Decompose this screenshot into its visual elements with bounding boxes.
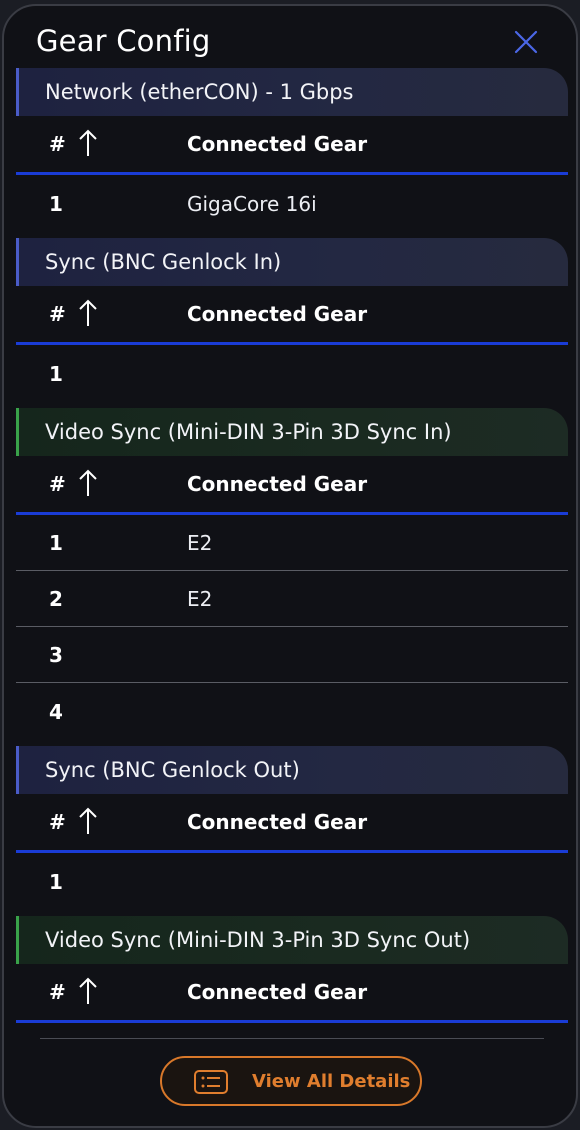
row-index: 4 <box>49 700 63 724</box>
panel-title: Gear Config <box>36 24 211 58</box>
section-header-video-sync-out[interactable]: Video Sync (Mini-DIN 3-Pin 3D Sync Out) <box>16 916 568 964</box>
sort-arrow-up-icon[interactable] <box>78 298 98 328</box>
table-header: # Connected Gear <box>16 286 568 342</box>
sort-arrow-up-icon[interactable] <box>78 468 98 498</box>
row-index: 1 <box>49 362 63 386</box>
table-header: # Connected Gear <box>16 794 568 850</box>
row-index: 2 <box>49 587 63 611</box>
footer-divider <box>40 1038 544 1039</box>
column-gear-header[interactable]: Connected Gear <box>187 132 367 156</box>
table-header: # Connected Gear <box>16 116 568 172</box>
list-details-icon <box>194 1070 228 1094</box>
sort-arrow-up-icon[interactable] <box>78 128 98 158</box>
row-index: 1 <box>49 192 63 216</box>
column-index-header[interactable]: # <box>49 980 66 1004</box>
section-title: Sync (BNC Genlock Out) <box>45 758 300 782</box>
column-gear-header[interactable]: Connected Gear <box>187 810 367 834</box>
sort-arrow-up-icon[interactable] <box>78 976 98 1006</box>
view-all-details-button[interactable]: View All Details <box>160 1056 422 1106</box>
table-row[interactable]: 1 E2 <box>16 514 568 570</box>
table-row[interactable]: 1 <box>16 345 568 401</box>
section-title: Video Sync (Mini-DIN 3-Pin 3D Sync Out) <box>45 928 471 952</box>
column-gear-header[interactable]: Connected Gear <box>187 980 367 1004</box>
column-gear-header[interactable]: Connected Gear <box>187 472 367 496</box>
row-gear: E2 <box>187 531 213 555</box>
close-icon[interactable] <box>510 26 542 58</box>
header-divider <box>16 1020 568 1023</box>
view-all-details-label: View All Details <box>252 1071 411 1092</box>
section-title: Network (etherCON) - 1 Gbps <box>45 80 354 104</box>
row-gear: E2 <box>187 587 213 611</box>
section-header-sync-in[interactable]: Sync (BNC Genlock In) <box>16 238 568 286</box>
table-row[interactable]: 3 <box>16 626 568 682</box>
table-row[interactable]: 1 GigaCore 16i <box>16 175 568 231</box>
column-gear-header[interactable]: Connected Gear <box>187 302 367 326</box>
column-index-header[interactable]: # <box>49 132 66 156</box>
row-index: 3 <box>49 643 63 667</box>
sort-arrow-up-icon[interactable] <box>78 806 98 836</box>
row-gear: GigaCore 16i <box>187 192 317 216</box>
column-index-header[interactable]: # <box>49 810 66 834</box>
section-header-network[interactable]: Network (etherCON) - 1 Gbps <box>16 68 568 116</box>
table-row[interactable]: 2 E2 <box>16 570 568 626</box>
gear-config-panel: Gear Config Network (etherCON) - 1 Gbps … <box>2 4 578 1128</box>
row-index: 1 <box>49 531 63 555</box>
column-index-header[interactable]: # <box>49 472 66 496</box>
section-title: Video Sync (Mini-DIN 3-Pin 3D Sync In) <box>45 420 452 444</box>
table-header: # Connected Gear <box>16 456 568 512</box>
column-index-header[interactable]: # <box>49 302 66 326</box>
table-row[interactable]: 4 <box>16 683 568 739</box>
table-header: # Connected Gear <box>16 964 568 1020</box>
table-row[interactable]: 1 <box>16 853 568 909</box>
section-header-video-sync-in[interactable]: Video Sync (Mini-DIN 3-Pin 3D Sync In) <box>16 408 568 456</box>
row-index: 1 <box>49 870 63 894</box>
section-header-sync-out[interactable]: Sync (BNC Genlock Out) <box>16 746 568 794</box>
section-title: Sync (BNC Genlock In) <box>45 250 282 274</box>
